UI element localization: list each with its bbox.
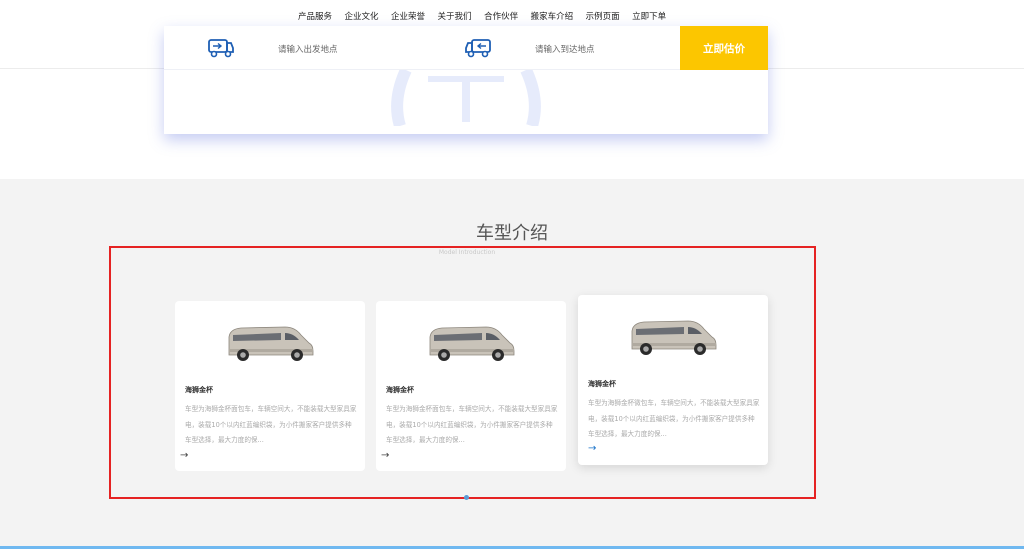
card-title: 海狮金杯: [185, 386, 213, 394]
arrow-right-icon[interactable]: →: [381, 451, 389, 461]
estimate-button[interactable]: 立即估价: [680, 26, 768, 70]
van-arrival-icon: [465, 39, 491, 58]
arrow-right-icon[interactable]: →: [180, 451, 188, 461]
van-image: [228, 326, 314, 361]
departure-input[interactable]: 请输入出发地点: [278, 43, 338, 55]
nav-item-products[interactable]: 产品服务: [298, 10, 332, 22]
nav-item-culture[interactable]: 企业文化: [345, 10, 379, 22]
booking-panel: 请输入出发地点 请输入到达地点 立即估价: [164, 26, 768, 134]
van-image: [631, 320, 717, 355]
nav-item-sample[interactable]: 示例页面: [586, 10, 620, 22]
nav-item-order[interactable]: 立即下单: [632, 10, 666, 22]
pagination-dot[interactable]: [464, 495, 469, 500]
section-title: 车型介绍: [476, 223, 548, 244]
card-description: 车型为海狮金杯面包车，车辆空间大，不能装载大型家具家电，装载10个以内红蓝编织袋…: [386, 405, 558, 444]
nav-item-about[interactable]: 关于我们: [438, 10, 472, 22]
nav-menu: 产品服务 企业文化 企业荣誉 关于我们 合作伙伴 搬家车介绍 示例页面 立即下单: [298, 10, 679, 22]
nav-item-partners[interactable]: 合作伙伴: [484, 10, 518, 22]
card-description: 车型为海狮金杯微包车，车辆空间大，不能装载大型家具家电，装载10个以内红蓝编织袋…: [588, 399, 760, 438]
nav-item-vehicles[interactable]: 搬家车介绍: [531, 10, 574, 22]
card-title: 海狮金杯: [588, 380, 616, 388]
van-image: [429, 326, 515, 361]
booking-row: 请输入出发地点 请输入到达地点 立即估价: [164, 26, 768, 70]
card-description: 车型为海狮金杯面包车，车辆空间大，不能装载大型家具家电，装载10个以内红蓝编织袋…: [185, 405, 357, 444]
card-title: 海狮金杯: [386, 386, 414, 394]
vehicle-card[interactable]: 海狮金杯 车型为海狮金杯面包车，车辆空间大，不能装载大型家具家电，装载10个以内…: [376, 301, 566, 471]
arrow-right-icon[interactable]: →: [588, 444, 596, 454]
vehicle-card-active[interactable]: 海狮金杯 车型为海狮金杯微包车，车辆空间大，不能装载大型家具家电，装载10个以内…: [578, 295, 768, 465]
van-departure-icon: [208, 39, 234, 58]
van-watermark-icon: [391, 70, 541, 126]
arrival-input[interactable]: 请输入到达地点: [535, 43, 595, 55]
vehicle-card[interactable]: 海狮金杯 车型为海狮金杯面包车，车辆空间大，不能装载大型家具家电，装载10个以内…: [175, 301, 365, 471]
nav-item-honors[interactable]: 企业荣誉: [391, 10, 425, 22]
